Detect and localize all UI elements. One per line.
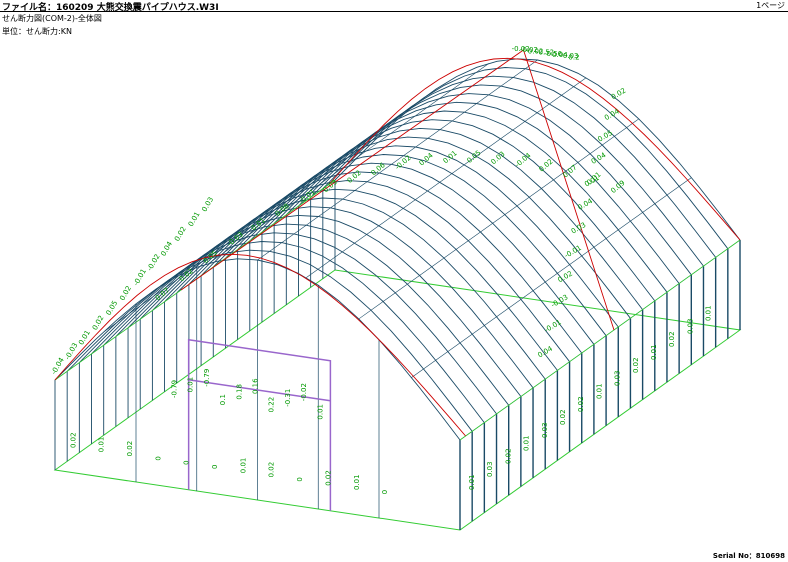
value-label-roof: 0.02 — [346, 169, 363, 185]
value-label-door: 0.16 — [252, 378, 260, 394]
value-label-right-column: 0.01 — [595, 383, 603, 399]
purlin — [358, 118, 639, 320]
value-label-front: 0.04 — [159, 240, 174, 258]
value-label-front: 0.01 — [77, 329, 92, 347]
value-label-right: -0.01 — [543, 318, 563, 334]
value-label-front: -0.01 — [132, 268, 148, 288]
value-label-door: -0.02 — [300, 383, 308, 401]
value-label-gable: 0.02 — [126, 441, 134, 457]
value-label-right-column: 0.03 — [541, 422, 549, 438]
value-label-door: -0.31 — [284, 389, 292, 407]
value-label-front: -0.02 — [146, 253, 162, 273]
value-label-front: 0.02 — [91, 314, 106, 332]
value-label-door: -0.79 — [203, 369, 211, 387]
value-label-right-column: 0.01 — [650, 344, 658, 360]
value-label-front: 0.02 — [118, 284, 133, 302]
value-label-right-column: 0.03 — [614, 370, 622, 386]
value-label-right-column: 0.01 — [468, 474, 476, 490]
value-label-right-column: 0.02 — [632, 357, 640, 373]
value-label-right-column: 0.01 — [705, 305, 713, 321]
value-label-roof: 0.07 — [561, 163, 578, 179]
value-label-front: -0.04 — [50, 356, 66, 376]
value-label-gable: 0 — [211, 465, 219, 469]
value-label-front: 0.03 — [201, 196, 216, 214]
door-frame — [187, 338, 332, 511]
value-label-gable: 0 — [381, 490, 389, 494]
eave-beam — [459, 239, 741, 441]
value-label-gable: 0 — [183, 460, 191, 464]
value-label-front: 0.02 — [173, 225, 188, 243]
value-label-door: 0.01 — [316, 404, 324, 420]
arch-member — [285, 93, 692, 276]
value-label-gable: 0.02 — [69, 432, 77, 448]
value-label-gable: 0.01 — [239, 458, 247, 474]
value-label-ridge: 0.2 — [568, 53, 579, 61]
value-label-roof: 0.03 — [490, 150, 507, 166]
value-label-right: 0.05 — [597, 129, 615, 144]
value-label-gable: 0.01 — [98, 437, 106, 453]
value-label-roof: -0.04 — [514, 151, 533, 169]
value-label-right-column: 0.02 — [559, 409, 567, 425]
value-label-right-column: 0.02 — [577, 396, 585, 412]
value-label-right: 0.03 — [570, 221, 588, 236]
value-label-right-column: 0.03 — [686, 318, 694, 334]
value-label-roof: 0.04 — [418, 151, 436, 167]
serial-number: Serial No：810698 — [712, 552, 785, 560]
value-label-roof: 0.01 — [442, 149, 459, 165]
value-label-front: 0.01 — [187, 210, 202, 228]
value-label-gable: 0.01 — [353, 474, 361, 490]
value-label-door: 0.22 — [268, 397, 276, 413]
shear-force-diagram: -0.04-0.030.010.020.050.02-0.01-0.020.04… — [50, 45, 742, 531]
value-label-right: 0.02 — [610, 87, 628, 102]
value-label-door: 0.18 — [235, 384, 243, 400]
value-label-right-column: 0.02 — [668, 331, 676, 347]
purlin — [103, 131, 384, 333]
arch-member — [310, 75, 717, 258]
value-label-gable: 0.02 — [268, 462, 276, 478]
value-label-right-column: 0.03 — [486, 461, 494, 477]
value-label-right: -0.03 — [550, 293, 570, 309]
value-label-door: 0.1 — [219, 394, 227, 405]
value-label-right: 0.04 — [590, 151, 608, 166]
value-label-roof: 0.09 — [609, 179, 626, 195]
value-label-door: 0.01 — [187, 377, 195, 393]
arch-member — [334, 58, 741, 241]
value-label-right-column: 0.01 — [523, 435, 531, 451]
shear-curve-ridge — [180, 49, 615, 331]
value-label-door: -0.79 — [171, 380, 179, 398]
value-label-right-column: 0.02 — [504, 448, 512, 464]
ground-outline — [53, 269, 742, 531]
value-label-gable: 0.02 — [324, 470, 332, 486]
value-label-gable: 0 — [154, 456, 162, 460]
value-label-gable: 0 — [296, 477, 304, 481]
value-label-front: 0.05 — [105, 299, 120, 317]
value-label-roof: 0.02 — [538, 157, 555, 173]
